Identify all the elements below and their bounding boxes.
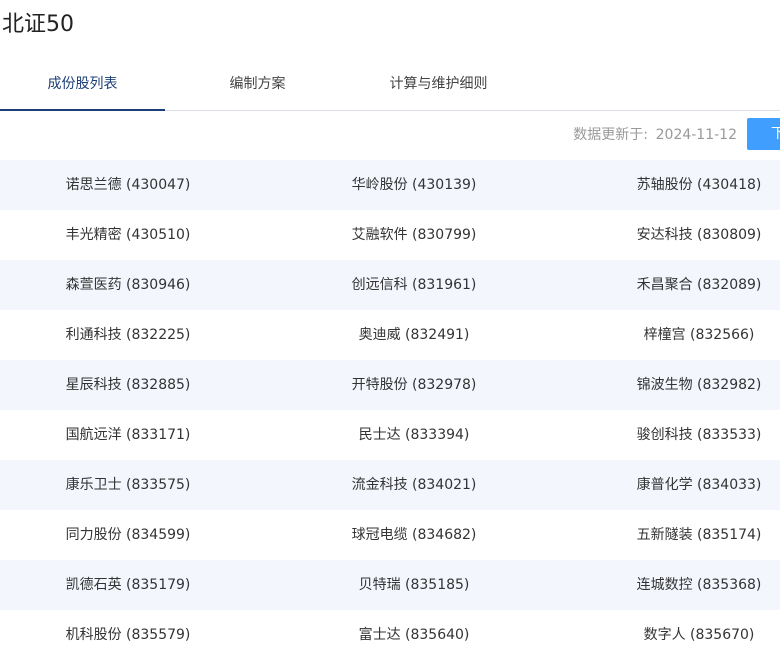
constituent-table: 诺思兰德 (430047) 华岭股份 (430139) 苏轴股份 (430418… (0, 160, 780, 660)
table-row: 丰光精密 (430510) 艾融软件 (830799) 安达科技 (830809… (0, 210, 780, 260)
stock-link[interactable]: 森萱医药 (830946) (0, 260, 258, 310)
update-date: 2024-11-12 (655, 127, 737, 143)
page-title: 北证50 (2, 12, 74, 37)
stock-link[interactable]: 机科股份 (835579) (0, 610, 258, 660)
stock-link[interactable]: 华岭股份 (430139) (284, 160, 544, 210)
stock-link[interactable]: 禾昌聚合 (832089) (569, 260, 780, 310)
table-row: 同力股份 (834599) 球冠电缆 (834682) 五新隧装 (835174… (0, 510, 780, 560)
stock-link[interactable]: 星辰科技 (832885) (0, 360, 258, 410)
table-row: 星辰科技 (832885) 开特股份 (832978) 锦波生物 (832982… (0, 360, 780, 410)
tab-bar: 成份股列表 编制方案 计算与维护细则 (0, 58, 780, 111)
stock-link[interactable]: 开特股份 (832978) (284, 360, 544, 410)
table-row: 机科股份 (835579) 富士达 (835640) 数字人 (835670) (0, 610, 780, 660)
stock-link[interactable]: 利通科技 (832225) (0, 310, 258, 360)
stock-link[interactable]: 国航远洋 (833171) (0, 410, 258, 460)
stock-link[interactable]: 流金科技 (834021) (284, 460, 544, 510)
tab-calculation-rules[interactable]: 计算与维护细则 (356, 58, 521, 109)
stock-link[interactable]: 创远信科 (831961) (284, 260, 544, 310)
stock-link[interactable]: 康乐卫士 (833575) (0, 460, 258, 510)
table-row: 康乐卫士 (833575) 流金科技 (834021) 康普化学 (834033… (0, 460, 780, 510)
stock-link[interactable]: 安达科技 (830809) (569, 210, 780, 260)
stock-link[interactable]: 诺思兰德 (430047) (0, 160, 258, 210)
table-row: 诺思兰德 (430047) 华岭股份 (430139) 苏轴股份 (430418… (0, 160, 780, 210)
stock-link[interactable]: 艾融软件 (830799) (284, 210, 544, 260)
stock-link[interactable]: 富士达 (835640) (284, 610, 544, 660)
stock-link[interactable]: 锦波生物 (832982) (569, 360, 780, 410)
table-row: 利通科技 (832225) 奥迪威 (832491) 梓橦宫 (832566) (0, 310, 780, 360)
download-button[interactable]: 下 (747, 118, 780, 150)
stock-link[interactable]: 凯德石英 (835179) (0, 560, 258, 610)
stock-link[interactable]: 数字人 (835670) (569, 610, 780, 660)
stock-link[interactable]: 贝特瑞 (835185) (284, 560, 544, 610)
stock-link[interactable]: 骏创科技 (833533) (569, 410, 780, 460)
stock-link[interactable]: 民士达 (833394) (284, 410, 544, 460)
stock-link[interactable]: 苏轴股份 (430418) (569, 160, 780, 210)
stock-link[interactable]: 球冠电缆 (834682) (284, 510, 544, 560)
tab-constituents[interactable]: 成份股列表 (0, 58, 165, 109)
table-row: 凯德石英 (835179) 贝特瑞 (835185) 连城数控 (835368) (0, 560, 780, 610)
stock-link[interactable]: 梓橦宫 (832566) (569, 310, 780, 360)
update-bar: 数据更新于: 2024-11-12 下 (0, 118, 780, 152)
table-row: 森萱医药 (830946) 创远信科 (831961) 禾昌聚合 (832089… (0, 260, 780, 310)
stock-link[interactable]: 连城数控 (835368) (569, 560, 780, 610)
stock-link[interactable]: 丰光精密 (430510) (0, 210, 258, 260)
table-row: 国航远洋 (833171) 民士达 (833394) 骏创科技 (833533) (0, 410, 780, 460)
active-tab-indicator (0, 109, 165, 111)
stock-link[interactable]: 奥迪威 (832491) (284, 310, 544, 360)
stock-link[interactable]: 五新隧装 (835174) (569, 510, 780, 560)
update-label: 数据更新于: (573, 127, 648, 143)
tab-methodology[interactable]: 编制方案 (175, 58, 340, 109)
stock-link[interactable]: 康普化学 (834033) (569, 460, 780, 510)
stock-link[interactable]: 同力股份 (834599) (0, 510, 258, 560)
